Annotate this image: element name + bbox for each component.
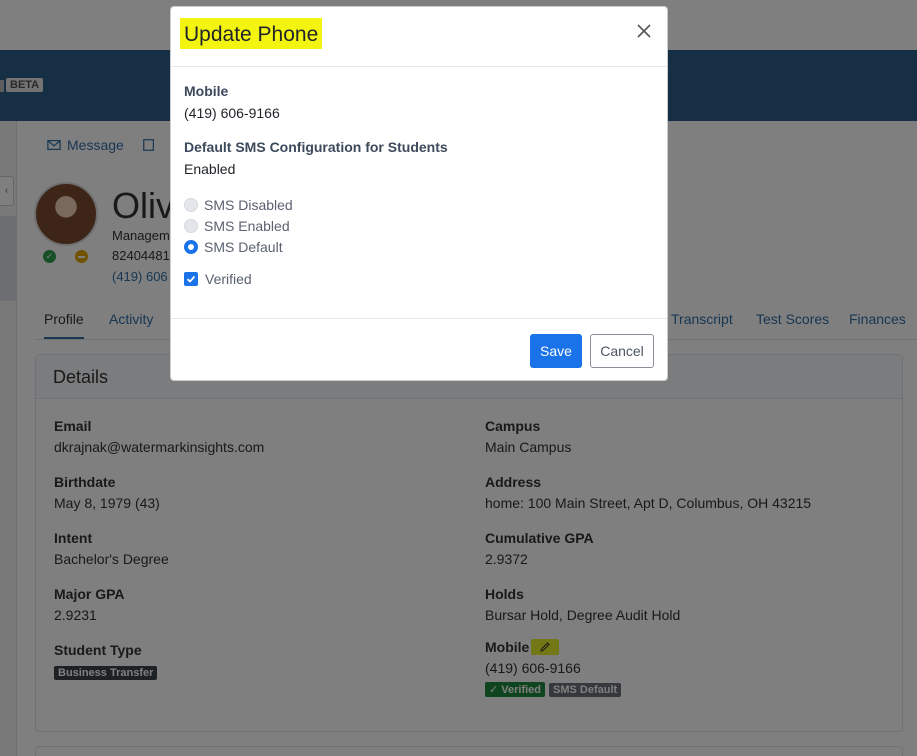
verified-checkbox-row[interactable]: Verified	[184, 271, 654, 287]
sms-config-label: Default SMS Configuration for Students	[184, 139, 448, 155]
sms-option-enabled[interactable]: SMS Enabled	[184, 215, 654, 236]
sms-option-disabled[interactable]: SMS Disabled	[184, 194, 654, 215]
update-phone-dialog: Update Phone Mobile (419) 606-9166 Defau…	[170, 6, 668, 381]
dialog-body: Mobile (419) 606-9166 Default SMS Config…	[184, 83, 654, 287]
sms-option-label: SMS Default	[204, 238, 283, 255]
verified-checkbox[interactable]	[184, 272, 198, 286]
radio-icon[interactable]	[184, 197, 198, 212]
dialog-title: Update Phone	[180, 18, 323, 50]
sms-config-value: Enabled	[184, 161, 236, 177]
mobile-value: (419) 606-9166	[184, 105, 280, 121]
save-button[interactable]: Save	[530, 334, 582, 368]
close-icon	[637, 24, 651, 38]
radio-icon[interactable]	[184, 218, 198, 233]
sms-option-default[interactable]: SMS Default	[184, 236, 654, 257]
cancel-button[interactable]: Cancel	[590, 334, 654, 368]
close-button[interactable]	[635, 22, 655, 42]
mobile-label: Mobile	[184, 83, 229, 99]
sms-option-label: SMS Disabled	[204, 196, 293, 213]
sms-option-label: SMS Enabled	[204, 217, 290, 234]
checkmark-icon	[186, 275, 196, 283]
sms-option-group: SMS Disabled SMS Enabled SMS Default	[184, 194, 654, 257]
dialog-header: Update Phone	[171, 7, 667, 67]
dialog-footer: Save Cancel	[171, 318, 667, 381]
radio-selected-icon[interactable]	[184, 239, 198, 254]
verified-label: Verified	[205, 271, 252, 287]
